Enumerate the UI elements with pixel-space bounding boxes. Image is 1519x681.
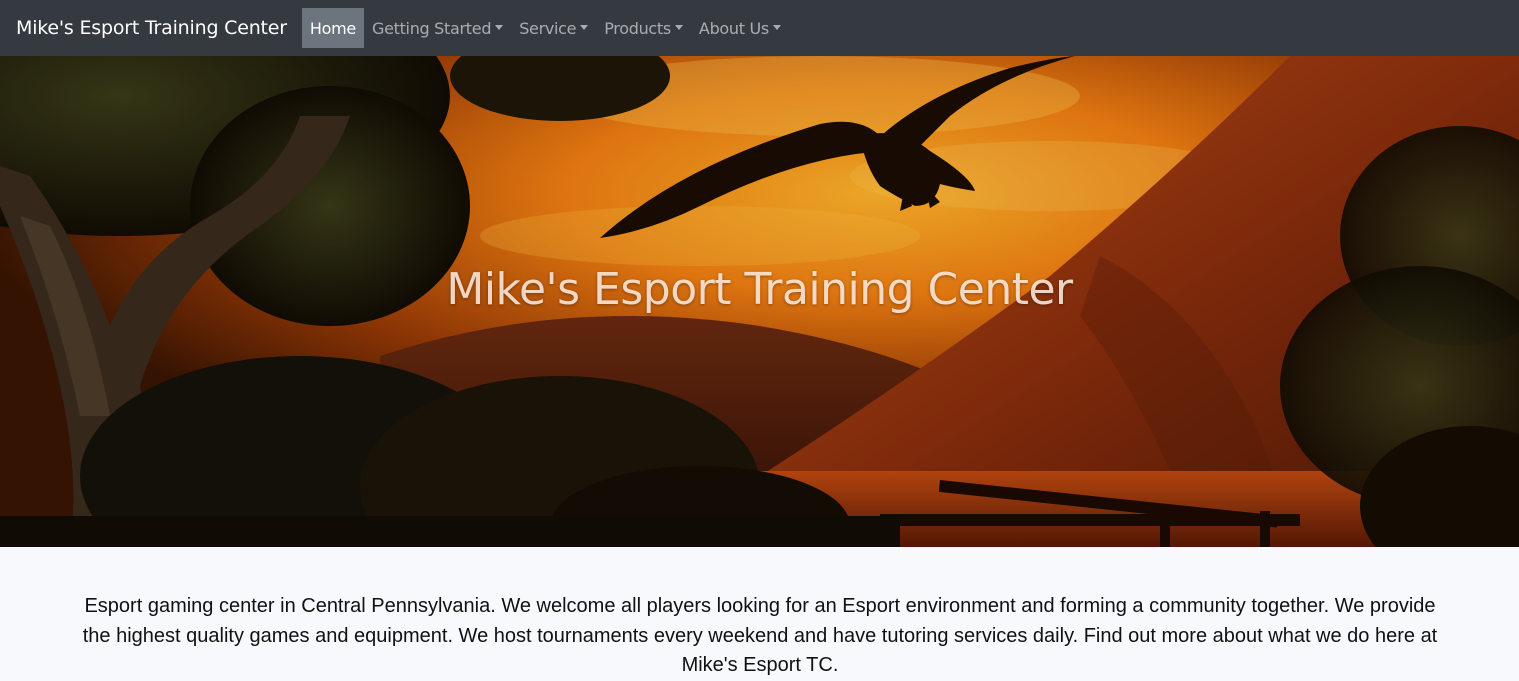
caret-down-icon: [495, 24, 504, 30]
brand-link[interactable]: Mike's Esport Training Center: [16, 17, 287, 39]
nav-item-label: Getting Started: [371, 18, 492, 38]
nav-item-label: About Us: [698, 18, 769, 38]
caret-down-icon: [772, 24, 781, 30]
nav-item-service[interactable]: Service: [511, 8, 596, 48]
nav-item-products[interactable]: Products: [596, 8, 691, 48]
hero-title: Mike's Esport Training Center: [446, 264, 1073, 315]
nav-item-label: Service: [519, 18, 577, 38]
nav-item-label: Home: [309, 18, 356, 38]
caret-down-icon: [580, 24, 589, 30]
nav-item-getting-started[interactable]: Getting Started: [364, 8, 511, 48]
nav-item-label: Products: [604, 18, 671, 38]
navbar: Mike's Esport Training Center Home Getti…: [0, 0, 1519, 56]
intro-paragraph: Esport gaming center in Central Pennsylv…: [82, 595, 1438, 676]
nav-menu: Home Getting Started Service Products Ab…: [301, 8, 789, 48]
hero-banner: Mike's Esport Training Center: [0, 56, 1519, 547]
nav-item-about-us[interactable]: About Us: [691, 8, 789, 48]
caret-down-icon: [674, 24, 683, 30]
nav-item-home[interactable]: Home: [301, 8, 364, 48]
